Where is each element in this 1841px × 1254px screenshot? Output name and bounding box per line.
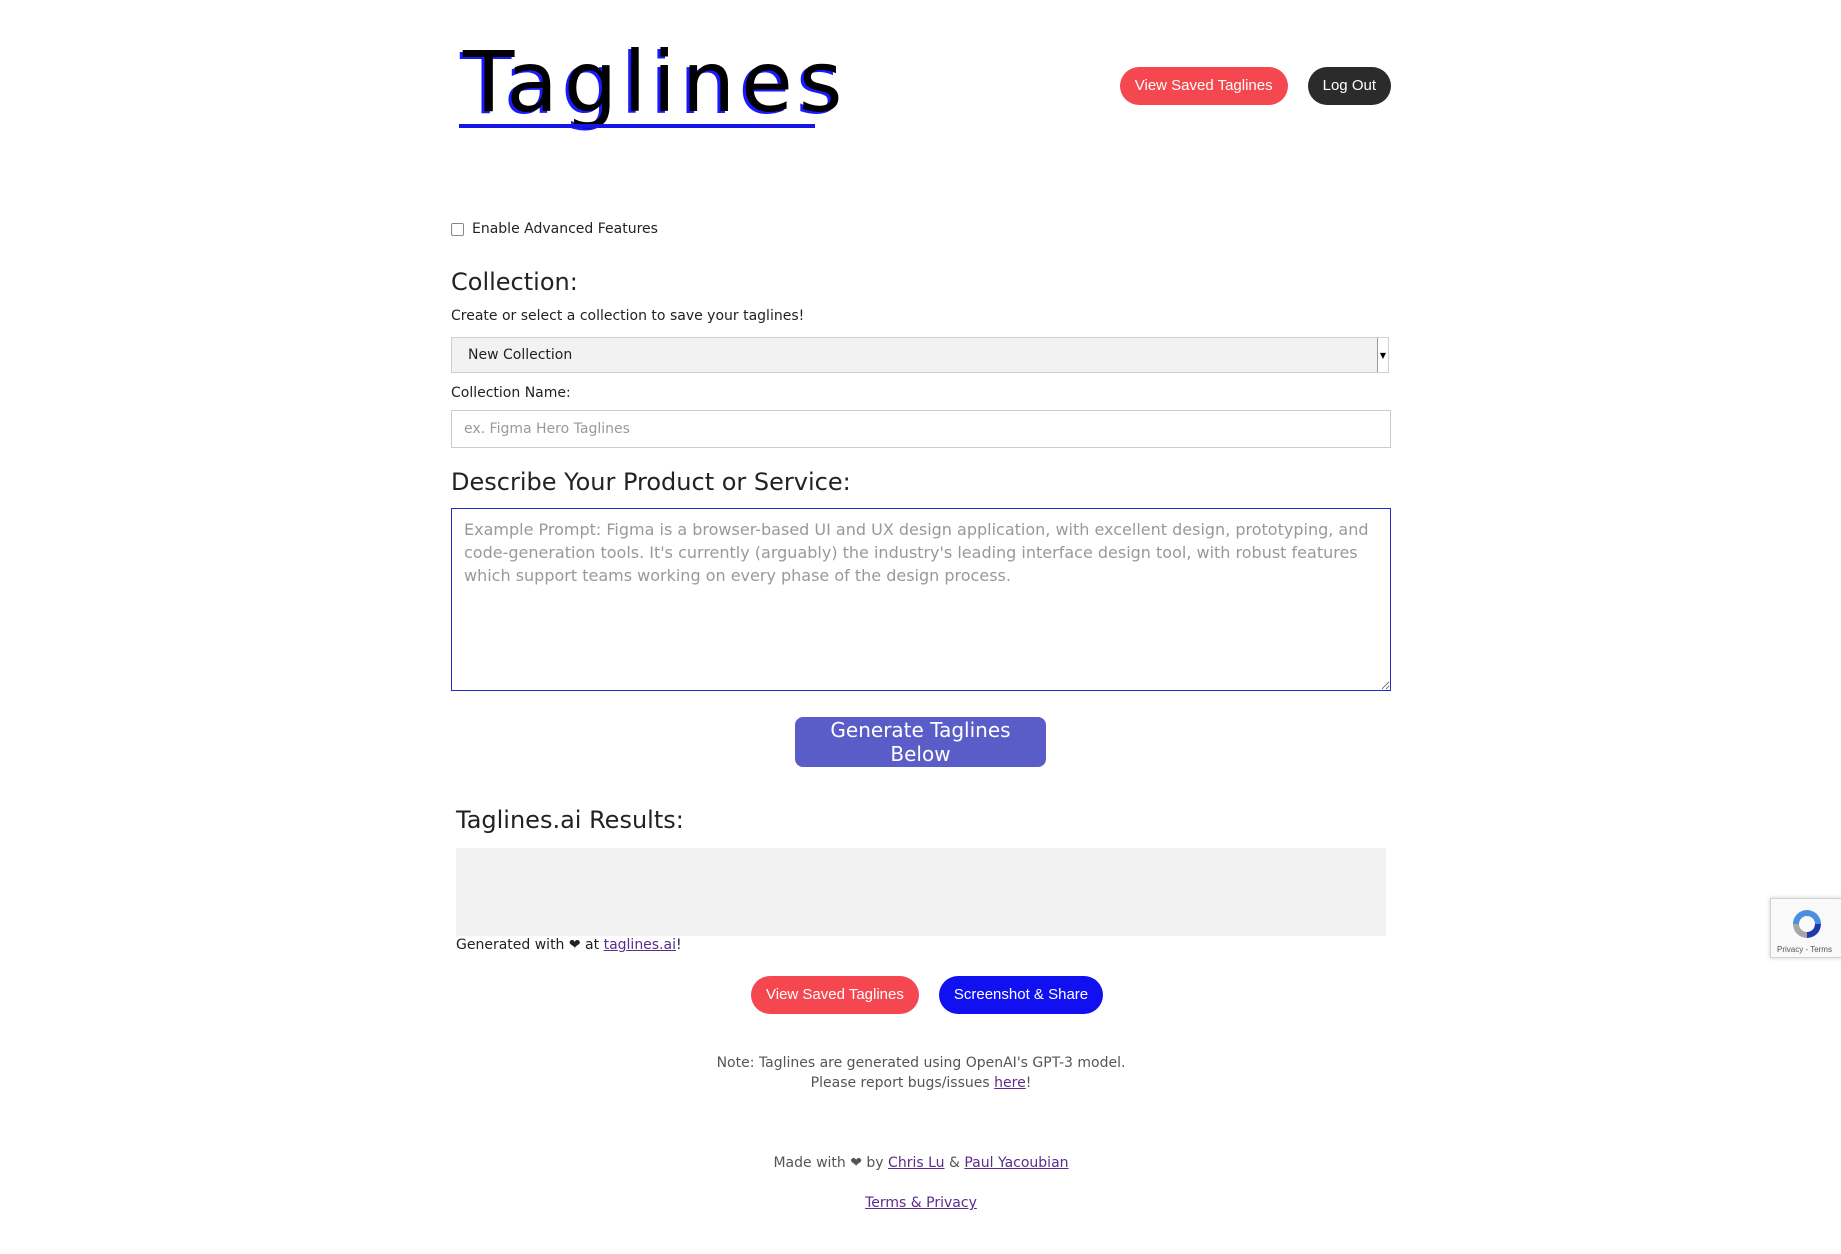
collection-help-text: Create or select a collection to save yo… (451, 308, 805, 324)
terms-privacy-link[interactable]: Terms & Privacy (865, 1195, 977, 1211)
advanced-features-toggle[interactable]: Enable Advanced Features (451, 221, 658, 237)
gpt3-note-line1: Note: Taglines are generated using OpenA… (716, 1055, 1126, 1071)
made-with-prefix: Made with ❤ by (773, 1155, 889, 1171)
collection-select[interactable]: New Collection ▼ (451, 337, 1389, 373)
header-actions: View Saved Taglines Log Out (1119, 67, 1391, 105)
generated-with-suffix: ! (676, 937, 682, 953)
results-heading: Taglines.ai Results: (456, 806, 684, 834)
gpt3-note: Note: Taglines are generated using OpenA… (451, 1053, 1391, 1093)
recaptcha-badge[interactable]: Privacy - Terms (1770, 898, 1841, 958)
generated-with-prefix: Generated with ❤ at (456, 937, 604, 953)
advanced-features-label: Enable Advanced Features (472, 221, 658, 237)
footer-amp: & (944, 1155, 965, 1171)
footer-credits: Made with ❤ by Chris Lu & Paul Yacoubian (451, 1153, 1391, 1173)
logo-text: Taglines (463, 33, 849, 131)
recaptcha-icon (1793, 910, 1821, 938)
logo-underline (459, 124, 815, 128)
product-description-textarea[interactable] (451, 508, 1391, 691)
advanced-features-checkbox[interactable] (451, 222, 464, 236)
report-bugs-prefix: Please report bugs/issues (810, 1075, 995, 1091)
report-bugs-suffix: ! (1025, 1075, 1032, 1091)
bottom-actions: View Saved Taglines Screenshot & Share (751, 976, 1104, 1014)
recaptcha-terms[interactable]: Privacy - Terms (1777, 945, 1832, 954)
taglines-logo[interactable]: Taglines (455, 40, 843, 140)
view-saved-taglines-button[interactable]: View Saved Taglines (1119, 67, 1288, 105)
author-paul-yacoubian-link[interactable]: Paul Yacoubian (964, 1155, 1068, 1171)
collection-heading: Collection: (451, 268, 578, 296)
author-chris-lu-link[interactable]: Chris Lu (888, 1155, 944, 1171)
results-box (456, 848, 1386, 936)
gpt3-note-line2: Please report bugs/issues here! (451, 1073, 1391, 1093)
collection-select-value: New Collection (468, 347, 573, 363)
screenshot-share-button[interactable]: Screenshot & Share (938, 976, 1104, 1014)
chevron-down-icon: ▼ (1377, 338, 1388, 372)
collection-name-label: Collection Name: (451, 385, 571, 401)
taglines-ai-link[interactable]: taglines.ai (604, 937, 676, 953)
view-saved-taglines-bottom-button[interactable]: View Saved Taglines (751, 976, 919, 1014)
footer-terms: Terms & Privacy (451, 1193, 1391, 1213)
generate-taglines-button[interactable]: Generate Taglines Below (795, 717, 1046, 767)
describe-heading: Describe Your Product or Service: (451, 468, 851, 496)
log-out-button[interactable]: Log Out (1307, 67, 1391, 105)
generated-with-text: Generated with ❤ at taglines.ai! (456, 937, 682, 953)
report-bugs-link[interactable]: here (994, 1075, 1026, 1091)
collection-name-input[interactable] (451, 410, 1391, 448)
